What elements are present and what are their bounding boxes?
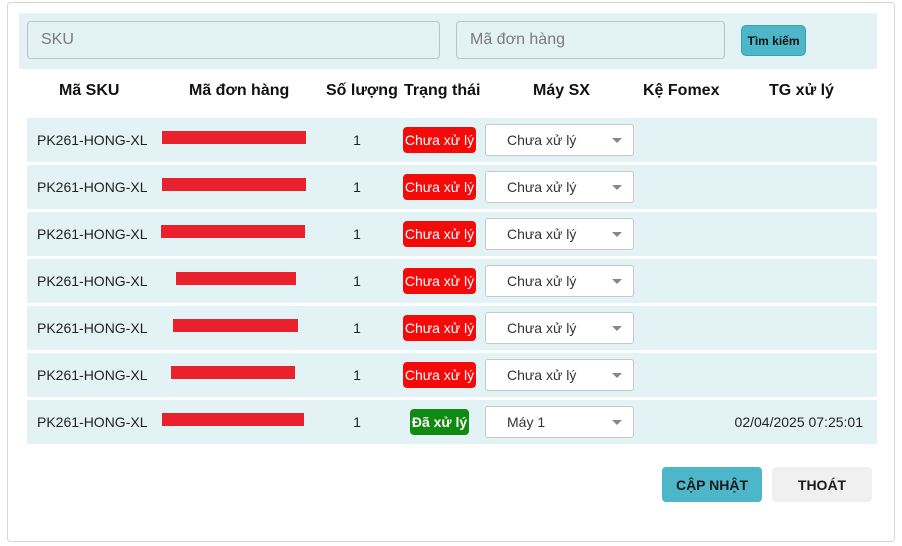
sku-cell: PK261-HONG-XL xyxy=(37,226,148,242)
machine-select-value: Chưa xử lý xyxy=(507,226,577,242)
table-row: PK261-HONG-XL 1 Chưa xử lý Chưa xử lý xyxy=(27,212,877,256)
sku-cell: PK261-HONG-XL xyxy=(37,414,148,430)
machine-select[interactable]: Chưa xử lý xyxy=(485,171,634,203)
column-header-status: Trạng thái xyxy=(404,82,481,99)
order-id-redacted xyxy=(161,225,305,238)
machine-select-value: Máy 1 xyxy=(507,414,546,430)
table-row: PK261-HONG-XL 1 Chưa xử lý Chưa xử lý xyxy=(27,353,877,397)
quantity-cell: 1 xyxy=(353,367,361,383)
sku-cell: PK261-HONG-XL xyxy=(37,132,148,148)
machine-select-value: Chưa xử lý xyxy=(507,320,577,336)
machine-select[interactable]: Chưa xử lý xyxy=(485,265,634,297)
order-id-redacted xyxy=(162,131,306,144)
status-badge: Chưa xử lý xyxy=(403,221,476,247)
column-header-process-time: TG xử lý xyxy=(769,82,834,99)
status-badge: Chưa xử lý xyxy=(403,127,476,153)
table-row: PK261-HONG-XL 1 Chưa xử lý Chưa xử lý xyxy=(27,118,877,162)
column-header-quantity: Số lượng xyxy=(326,82,398,99)
status-badge: Chưa xử lý xyxy=(403,174,476,200)
order-table: PK261-HONG-XL 1 Chưa xử lý Chưa xử lý PK… xyxy=(27,118,877,447)
process-time-cell: 02/04/2025 07:25:01 xyxy=(734,414,863,430)
sku-cell: PK261-HONG-XL xyxy=(37,273,148,289)
table-row: PK261-HONG-XL 1 Chưa xử lý Chưa xử lý xyxy=(27,165,877,209)
sku-cell: PK261-HONG-XL xyxy=(37,179,148,195)
quantity-cell: 1 xyxy=(353,226,361,242)
quantity-cell: 1 xyxy=(353,132,361,148)
status-badge: Chưa xử lý xyxy=(403,315,476,341)
chevron-down-icon xyxy=(612,420,622,425)
search-bar: Tìm kiếm xyxy=(19,13,877,69)
machine-select-value: Chưa xử lý xyxy=(507,179,577,195)
status-badge: Đã xử lý xyxy=(410,409,469,435)
sku-cell: PK261-HONG-XL xyxy=(37,320,148,336)
table-row: PK261-HONG-XL 1 Chưa xử lý Chưa xử lý xyxy=(27,259,877,303)
sku-cell: PK261-HONG-XL xyxy=(37,367,148,383)
status-badge: Chưa xử lý xyxy=(403,362,476,388)
order-id-redacted xyxy=(176,272,296,285)
quantity-cell: 1 xyxy=(353,179,361,195)
search-button[interactable]: Tìm kiếm xyxy=(741,25,806,56)
machine-select[interactable]: Máy 1 xyxy=(485,406,634,438)
exit-button[interactable]: THOÁT xyxy=(772,467,872,502)
chevron-down-icon xyxy=(612,232,622,237)
machine-select-value: Chưa xử lý xyxy=(507,132,577,148)
machine-select[interactable]: Chưa xử lý xyxy=(485,359,634,391)
quantity-cell: 1 xyxy=(353,414,361,430)
chevron-down-icon xyxy=(612,185,622,190)
table-row: PK261-HONG-XL 1 Chưa xử lý Chưa xử lý xyxy=(27,306,877,350)
chevron-down-icon xyxy=(612,279,622,284)
order-id-redacted xyxy=(171,366,295,379)
machine-select-value: Chưa xử lý xyxy=(507,367,577,383)
machine-select-value: Chưa xử lý xyxy=(507,273,577,289)
table-row: PK261-HONG-XL 1 Đã xử lý Máy 1 02/04/202… xyxy=(27,400,877,444)
machine-select[interactable]: Chưa xử lý xyxy=(485,218,634,250)
order-search-input[interactable] xyxy=(456,21,725,59)
column-header-sku: Mã SKU xyxy=(59,82,120,99)
sku-search-input[interactable] xyxy=(27,21,440,59)
machine-select[interactable]: Chưa xử lý xyxy=(485,124,634,156)
update-button[interactable]: CẬP NHẬT xyxy=(662,467,762,502)
status-badge: Chưa xử lý xyxy=(403,268,476,294)
chevron-down-icon xyxy=(612,373,622,378)
order-id-redacted xyxy=(162,178,306,191)
column-header-machine: Máy SX xyxy=(533,82,590,99)
order-id-redacted xyxy=(162,413,304,426)
table-header: Mã SKU Mã đơn hàng Số lượng Trạng thái M… xyxy=(27,82,877,108)
quantity-cell: 1 xyxy=(353,273,361,289)
column-header-shelf: Kệ Fomex xyxy=(643,82,720,99)
column-header-order: Mã đơn hàng xyxy=(189,82,290,99)
chevron-down-icon xyxy=(612,138,622,143)
quantity-cell: 1 xyxy=(353,320,361,336)
machine-select[interactable]: Chưa xử lý xyxy=(485,312,634,344)
chevron-down-icon xyxy=(612,326,622,331)
order-id-redacted xyxy=(173,319,298,332)
